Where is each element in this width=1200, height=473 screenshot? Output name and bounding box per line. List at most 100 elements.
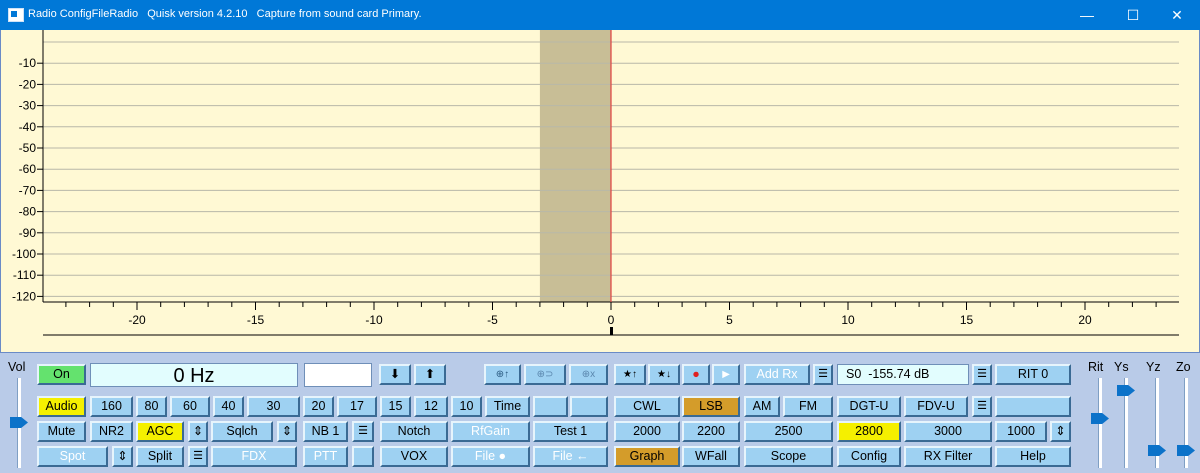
close-button[interactable]: ✕ — [1154, 0, 1200, 30]
title-bar: Radio ConfigFileRadio Quisk version 4.2.… — [0, 0, 1200, 30]
ys-label: Ys — [1114, 360, 1129, 374]
fdx-button[interactable]: FDX — [211, 446, 297, 467]
waterfall-button[interactable]: WFall — [682, 446, 740, 467]
band-40-button[interactable]: 40 — [213, 396, 244, 417]
y-tick-label: -120 — [12, 289, 36, 303]
x-tick-label: -20 — [128, 313, 146, 327]
tuning-marker — [610, 327, 613, 335]
spot-button[interactable]: Spot — [37, 446, 108, 467]
x-tick-label: -10 — [365, 313, 383, 327]
band-down-button[interactable]: ⬇ — [379, 364, 411, 385]
time-button[interactable]: Time — [485, 396, 530, 417]
vox-button[interactable]: VOX — [380, 446, 448, 467]
y-tick-label: -60 — [19, 162, 37, 176]
empty-button[interactable] — [570, 396, 608, 417]
mute-button[interactable]: Mute — [37, 421, 86, 442]
spot-adjust-button[interactable]: ⇕ — [112, 446, 133, 467]
nr2-button[interactable]: NR2 — [90, 421, 133, 442]
memory-delete-button[interactable]: ⊕x — [569, 364, 608, 385]
bandwidth-1000-button[interactable]: 1000 — [995, 421, 1047, 442]
app-icon — [8, 8, 24, 22]
x-tick-label: 10 — [841, 313, 855, 327]
notch-button[interactable]: Notch — [380, 421, 448, 442]
x-tick-label: 20 — [1078, 313, 1092, 327]
yz-label: Yz — [1146, 360, 1161, 374]
scope-button[interactable]: Scope — [744, 446, 833, 467]
bandwidth-3000-button[interactable]: 3000 — [904, 421, 992, 442]
favorite-store-button[interactable]: ★↑ — [614, 364, 646, 385]
agc-button[interactable]: AGC — [136, 421, 184, 442]
y-tick-label: -10 — [19, 56, 37, 70]
smeter-menu-icon[interactable]: ☰ — [972, 364, 992, 385]
noise-blanker-button[interactable]: NB 1 — [303, 421, 348, 442]
cwl-mode-button[interactable]: CWL — [614, 396, 680, 417]
bandwidth-2800-button[interactable]: 2800 — [837, 421, 901, 442]
rit-label: Rit — [1088, 360, 1104, 374]
bandwidth-adjust-button[interactable]: ⇕ — [1050, 421, 1071, 442]
bandwidth-2200-button[interactable]: 2200 — [682, 421, 740, 442]
band-up-button[interactable]: ⬆ — [414, 364, 446, 385]
rit-button[interactable]: RIT 0 — [995, 364, 1071, 385]
agc-adjust-button[interactable]: ⇕ — [188, 421, 208, 442]
frequency-entry[interactable] — [304, 363, 372, 387]
favorite-recall-button[interactable]: ★↓ — [648, 364, 680, 385]
menu-icon[interactable]: ☰ — [813, 364, 833, 385]
band-80-button[interactable]: 80 — [136, 396, 167, 417]
help-button[interactable]: Help — [995, 446, 1071, 467]
band-10-button[interactable]: 10 — [451, 396, 482, 417]
dgt-mode-button[interactable]: DGT-U — [837, 396, 901, 417]
y-tick-label: -20 — [19, 77, 37, 91]
audio-button[interactable]: Audio — [37, 396, 86, 417]
empty-button[interactable] — [533, 396, 568, 417]
maximize-button[interactable]: ☐ — [1110, 0, 1156, 30]
zo-label: Zo — [1176, 360, 1191, 374]
band-20-button[interactable]: 20 — [303, 396, 334, 417]
file-play-button[interactable]: File ← — [533, 446, 608, 467]
y-tick-label: -40 — [19, 120, 37, 134]
lsb-mode-button[interactable]: LSB — [682, 396, 740, 417]
squelch-button[interactable]: Sqlch — [211, 421, 273, 442]
band-15-button[interactable]: 15 — [380, 396, 411, 417]
vol-label: Vol — [8, 360, 26, 374]
memory-recall-button[interactable]: ⊕⊃ — [524, 364, 566, 385]
bandwidth-2500-button[interactable]: 2500 — [744, 421, 833, 442]
split-menu-icon[interactable]: ☰ — [188, 446, 208, 467]
band-17-button[interactable]: 17 — [337, 396, 377, 417]
rx-filter-button[interactable]: RX Filter — [904, 446, 992, 467]
spectrum-graph[interactable]: -10 -20 -30 -40 -50 -60 -70 -80 -90 -100 -110 -120-… — [0, 30, 1200, 352]
band-12-button[interactable]: 12 — [414, 396, 448, 417]
play-button[interactable]: ► — [712, 364, 740, 385]
squelch-adjust-button[interactable]: ⇕ — [277, 421, 297, 442]
split-button[interactable]: Split — [136, 446, 184, 467]
rf-gain-button[interactable]: RfGain — [451, 421, 530, 442]
fm-mode-button[interactable]: FM — [783, 396, 833, 417]
band-60-button[interactable]: 60 — [170, 396, 210, 417]
frequency-display[interactable]: 0 Hz — [90, 363, 298, 387]
fdv-mode-button[interactable]: FDV-U — [904, 396, 968, 417]
config-button[interactable]: Config — [837, 446, 901, 467]
y-tick-label: -30 — [19, 99, 37, 113]
on-button[interactable]: On — [37, 364, 86, 385]
graph-button[interactable]: Graph — [614, 446, 680, 467]
am-mode-button[interactable]: AM — [744, 396, 780, 417]
bandwidth-2000-button[interactable]: 2000 — [614, 421, 680, 442]
window-title: Radio ConfigFileRadio Quisk version 4.2.… — [28, 8, 422, 20]
record-button[interactable]: ● — [682, 364, 710, 385]
y-tick-label: -110 — [13, 268, 36, 282]
minimize-button[interactable]: — — [1064, 0, 1110, 30]
filter-passband — [539, 30, 611, 302]
empty-button[interactable] — [995, 396, 1071, 417]
smeter-display[interactable]: S0 -155.74 dB — [837, 364, 969, 385]
band-160-button[interactable]: 160 — [90, 396, 133, 417]
ptt-button[interactable]: PTT — [303, 446, 348, 467]
file-record-button[interactable]: File ● — [451, 446, 530, 467]
graph-canvas[interactable]: -10-20-30-40-50-60-70-80-90-100-110-120-… — [1, 30, 1199, 352]
nb-menu-icon[interactable]: ☰ — [352, 421, 374, 442]
test-button[interactable]: Test 1 — [533, 421, 608, 442]
band-30-button[interactable]: 30 — [247, 396, 300, 417]
y-tick-label: -90 — [19, 226, 37, 240]
add-rx-button[interactable]: Add Rx — [744, 364, 810, 385]
empty-button[interactable] — [352, 446, 374, 467]
mode-menu-icon[interactable]: ☰ — [972, 396, 992, 417]
memory-store-button[interactable]: ⊕↑ — [484, 364, 521, 385]
